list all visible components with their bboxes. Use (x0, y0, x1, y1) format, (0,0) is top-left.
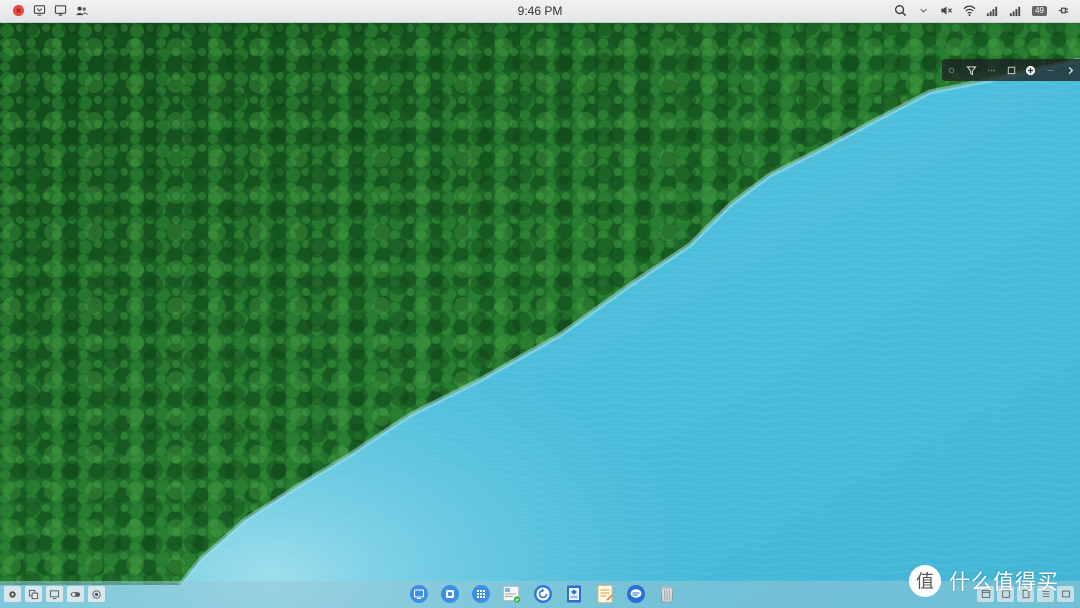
search-icon[interactable] (894, 4, 907, 17)
floating-toolbar (942, 59, 1080, 81)
square-icon[interactable] (1001, 59, 1021, 81)
smzdm-logo-char: 值 (916, 572, 934, 593)
battery-indicator[interactable]: 49 (1032, 5, 1047, 16)
chevron-right-icon[interactable] (1060, 59, 1080, 81)
smzdm-logo-icon: 值 (909, 565, 941, 597)
smzdm-watermark: 值 什么值得买 (908, 564, 1059, 598)
record-icon[interactable] (88, 586, 105, 602)
menu-bar-right: 49 (894, 4, 1070, 17)
power-plug-icon[interactable] (1057, 4, 1070, 17)
trash-icon[interactable] (657, 584, 677, 604)
apps-grid-icon[interactable] (471, 584, 491, 604)
dash-icon[interactable] (1041, 59, 1061, 81)
smzdm-watermark-text: 什么值得买 (949, 571, 1059, 594)
display-icon[interactable] (54, 4, 67, 17)
gear-icon[interactable] (4, 586, 21, 602)
dock-apps (409, 584, 677, 604)
desktop-wallpaper (0, 0, 1080, 608)
copy-icon[interactable] (25, 586, 42, 602)
chevron-down-icon[interactable] (917, 4, 930, 17)
dock-left-tray (4, 586, 105, 602)
files-icon[interactable] (440, 584, 460, 604)
menu-bar: 9:46 PM 49 (0, 0, 1080, 23)
wifi-icon[interactable] (963, 4, 976, 17)
toggle-icon[interactable] (67, 586, 84, 602)
muted-speaker-icon[interactable] (940, 4, 953, 17)
document-viewer-icon[interactable] (564, 584, 584, 604)
refresh-icon[interactable] (533, 584, 553, 604)
window-icon-4[interactable] (1057, 586, 1074, 602)
finder-icon[interactable] (409, 584, 429, 604)
photos-icon[interactable] (502, 584, 522, 604)
chat-icon[interactable] (626, 584, 646, 604)
add-circle-icon[interactable] (1021, 59, 1041, 81)
monitor-icon[interactable] (46, 586, 63, 602)
signal-icon[interactable] (986, 4, 999, 17)
notes-icon[interactable] (595, 584, 615, 604)
monitor-tray-icon[interactable] (33, 4, 46, 17)
signal-icon-2[interactable] (1009, 4, 1022, 17)
gear-icon[interactable] (942, 59, 962, 81)
dots-icon[interactable] (981, 59, 1001, 81)
users-icon[interactable] (75, 4, 88, 17)
close-circle-icon[interactable] (12, 4, 25, 17)
filter-icon[interactable] (962, 59, 982, 81)
menu-bar-left (12, 4, 88, 17)
